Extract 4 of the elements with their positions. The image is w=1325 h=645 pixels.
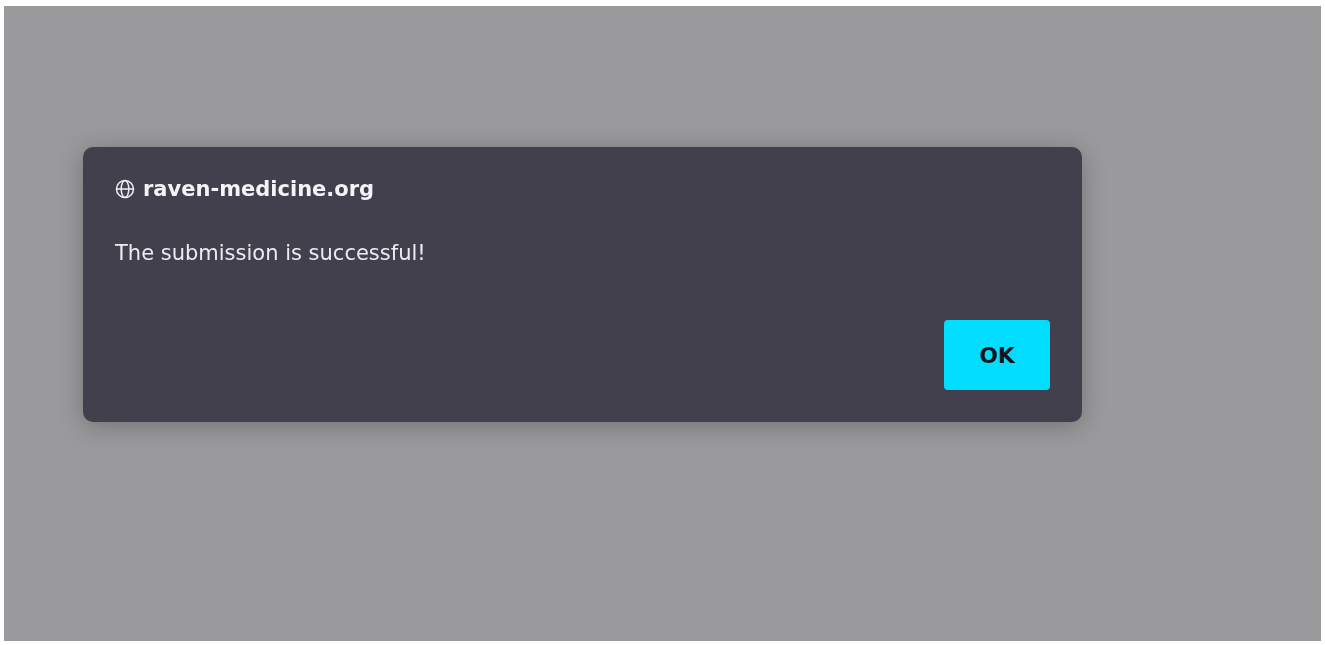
globe-icon	[115, 179, 135, 199]
site-origin: raven-medicine.org	[143, 177, 375, 201]
dialog-message: The submission is successful!	[115, 241, 427, 265]
ok-button[interactable]: OK	[944, 320, 1050, 390]
